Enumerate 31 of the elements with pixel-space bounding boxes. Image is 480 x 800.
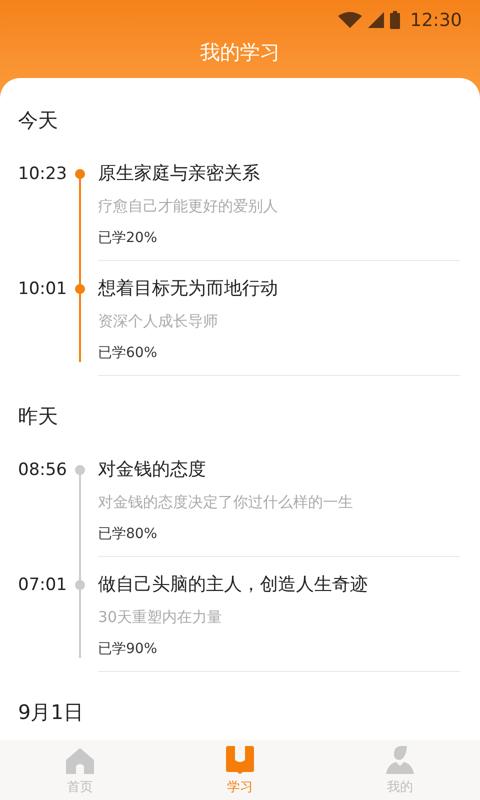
section-heading: 9月1日 [18,700,84,724]
course-title: 想着目标无为而地行动 [98,277,278,301]
signal-icon [368,12,384,28]
time-label: 08:56 [18,460,67,480]
course-item[interactable]: 07:01 做自己头脑的主人，创造人生奇迹 30天重塑内在力量 已学90% [0,557,480,672]
progress-text: 已学80% [98,525,158,544]
course-subtitle: 30天重塑内在力量 [98,607,222,627]
course-item[interactable]: 08:56 对金钱的态度 对金钱的态度决定了你过什么样的一生 已学80% [0,442,480,557]
course-item[interactable]: 10:23 原生家庭与亲密关系 疗愈自己才能更好的爱别人 已学20% [0,146,480,261]
course-subtitle: 疗愈自己才能更好的爱别人 [98,196,278,216]
person-icon [386,746,414,774]
course-title: 原生家庭与亲密关系 [98,162,260,186]
section-heading: 今天 [18,108,58,132]
wifi-icon [338,12,362,28]
course-subtitle: 对金钱的态度决定了你过什么样的一生 [98,492,353,512]
book-icon [226,746,254,774]
course-title: 对金钱的态度 [98,458,206,482]
page-title: 我的学习 [200,39,280,66]
time-label: 10:23 [18,164,67,184]
time-label: 07:01 [18,575,67,595]
battery-icon [390,11,400,29]
time-label: 10:01 [18,279,67,299]
status-time: 12:30 [410,8,462,32]
progress-text: 已学90% [98,640,158,659]
course-item[interactable]: 10:01 想着目标无为而地行动 资深个人成长导师 已学60% [0,261,480,376]
course-subtitle: 资深个人成长导师 [98,311,218,331]
section-heading: 昨天 [18,404,58,428]
progress-text: 已学20% [98,229,158,248]
progress-text: 已学60% [98,344,158,363]
house-icon [66,748,94,774]
course-title: 做自己头脑的主人，创造人生奇迹 [98,573,368,597]
